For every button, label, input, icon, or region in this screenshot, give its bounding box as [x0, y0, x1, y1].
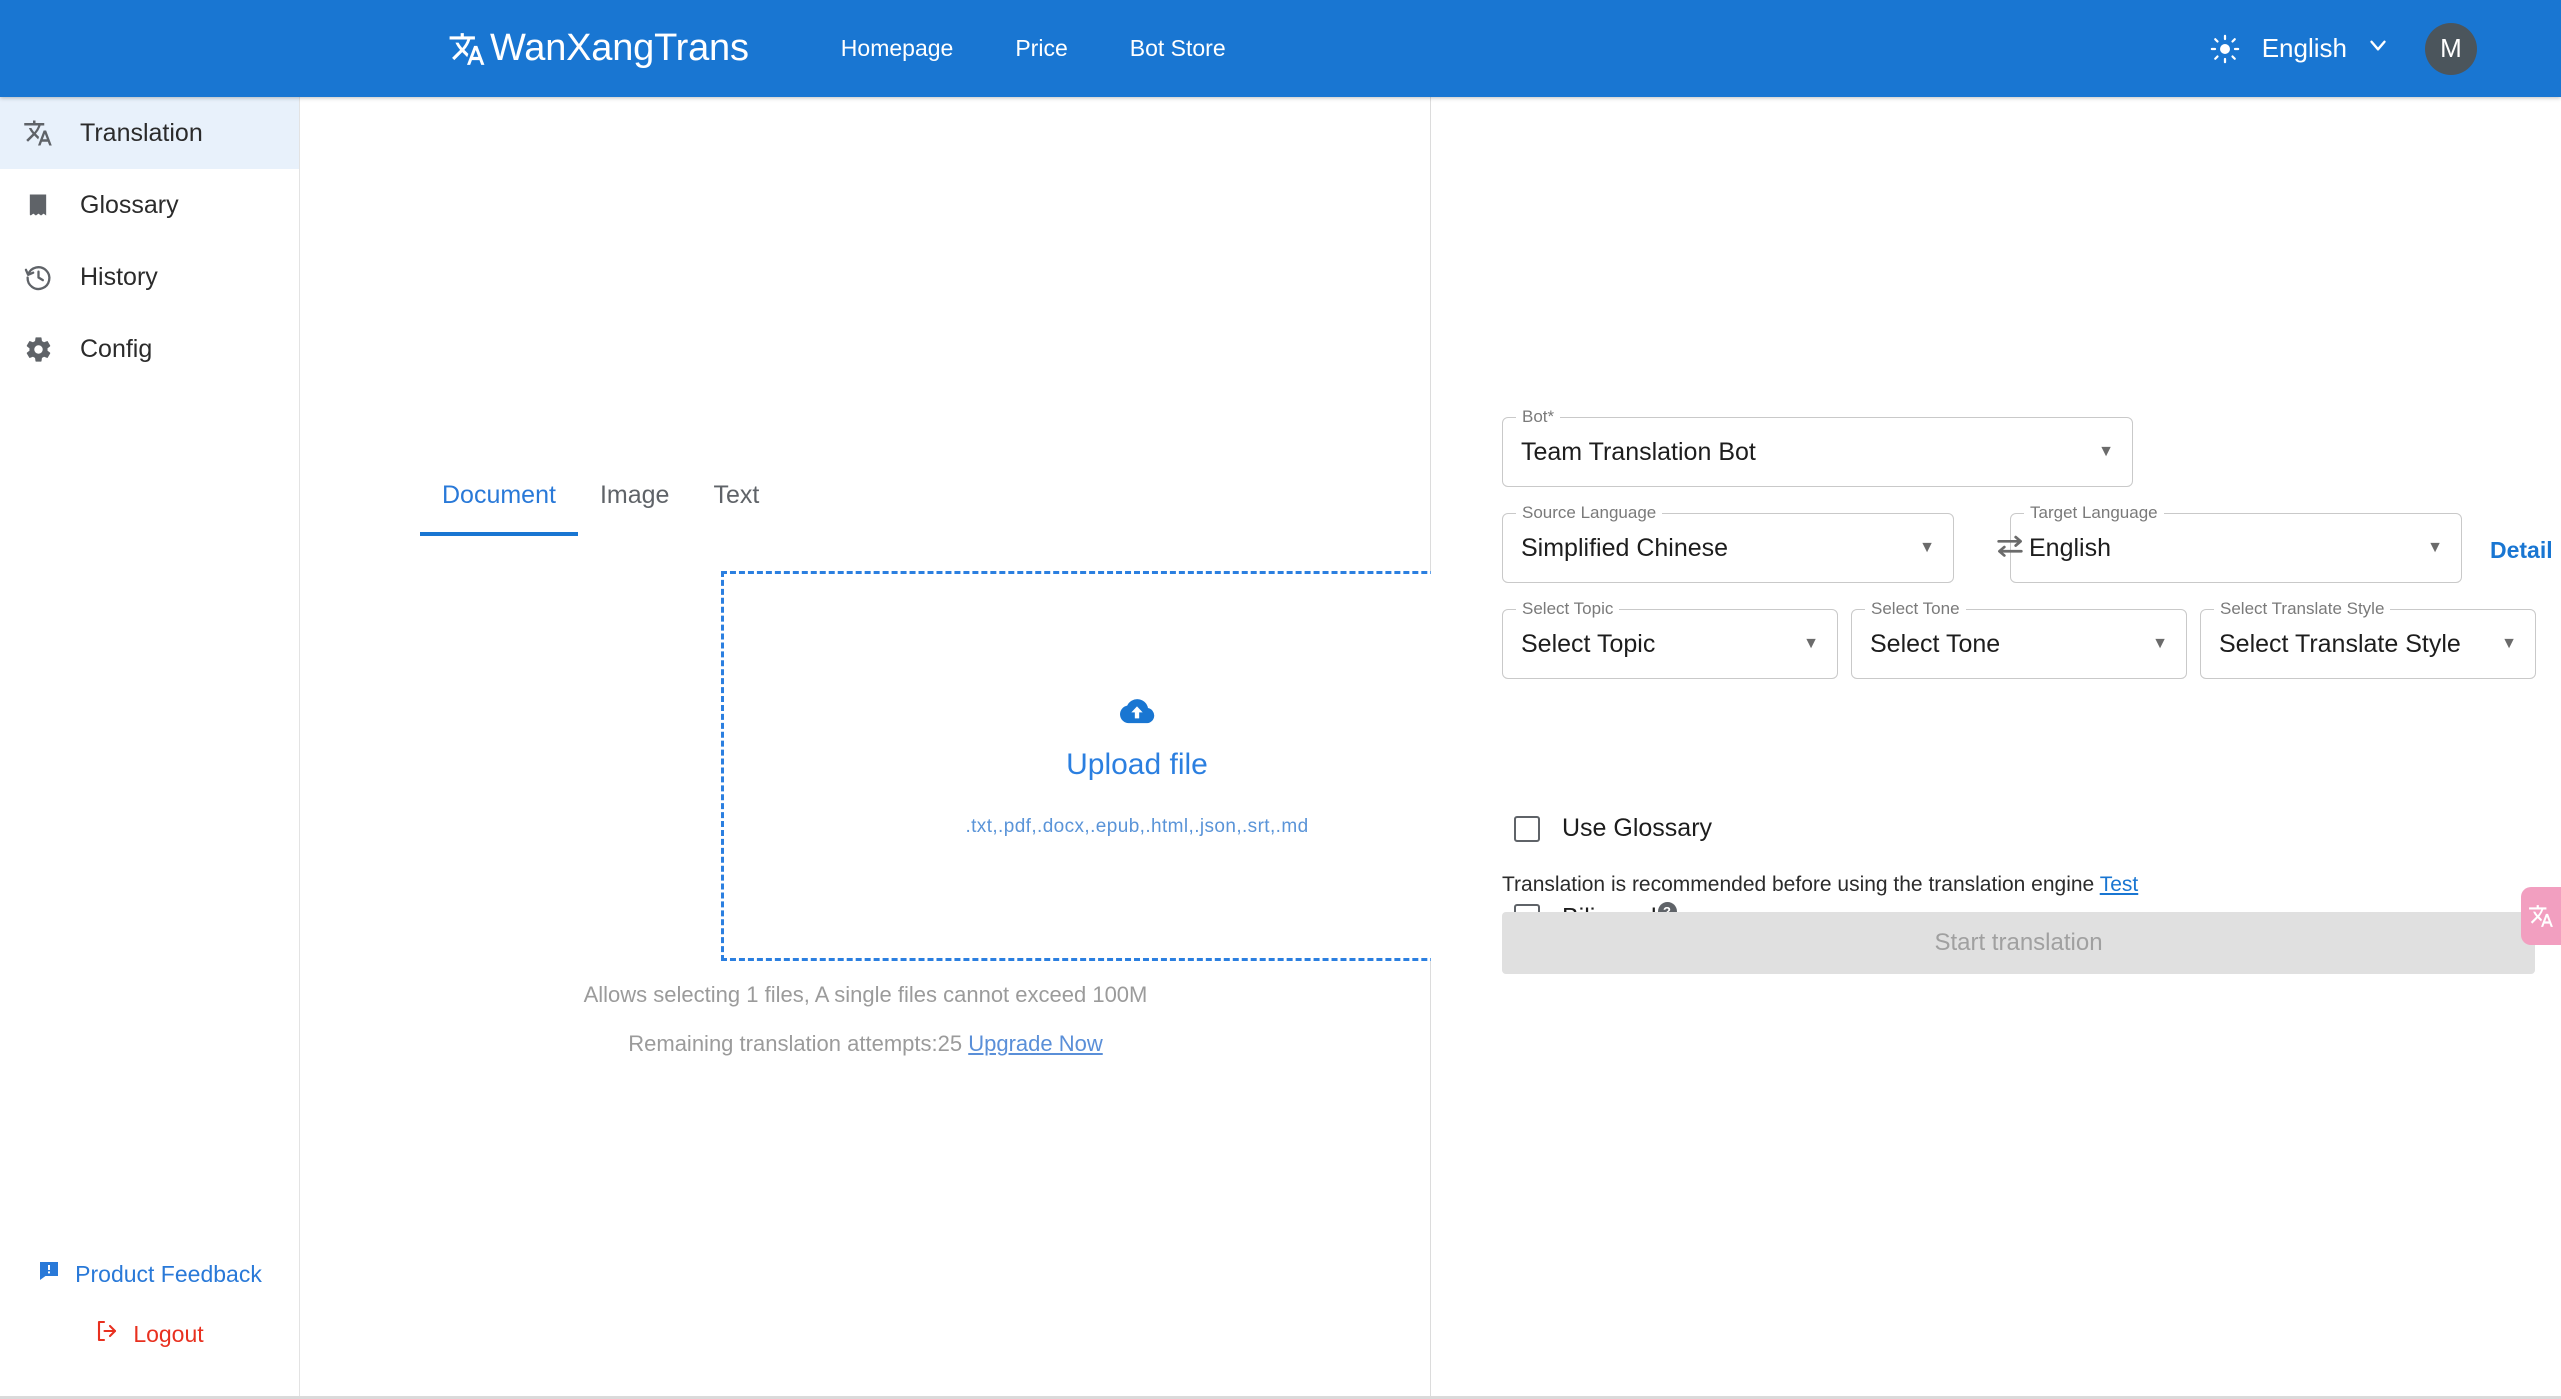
app-header: WanXangTrans Homepage Price Bot Store En…	[0, 0, 2561, 97]
book-list-icon	[22, 189, 54, 221]
logout-label: Logout	[133, 1320, 204, 1347]
nav-price[interactable]: Price	[1015, 35, 1067, 62]
brand-name: WanXangTrans	[490, 27, 749, 69]
topic-select[interactable]: Select Topic Select Topic ▼	[1502, 599, 1838, 679]
caret-down-icon: ▼	[1919, 539, 1935, 556]
sidebar-item-label: Glossary	[80, 190, 179, 219]
gear-icon	[22, 333, 54, 365]
sidebar-item-label: History	[80, 262, 158, 291]
target-language-value: English	[2029, 533, 2111, 562]
tab-text[interactable]: Text	[691, 481, 781, 536]
source-language-value: Simplified Chinese	[1521, 533, 1729, 562]
nav-bot-store[interactable]: Bot Store	[1130, 35, 1226, 62]
use-glossary-checkbox[interactable]	[1514, 815, 1540, 842]
sidebar-item-config[interactable]: Config	[0, 313, 299, 385]
logout-button[interactable]: Logout	[0, 1309, 299, 1359]
brand-logo[interactable]: WanXangTrans	[448, 27, 749, 70]
engine-test-link[interactable]: Test	[2100, 873, 2139, 896]
bot-select[interactable]: Bot* Team Translation Bot ▼	[1502, 407, 2133, 487]
remaining-attempts-text: Remaining translation attempts:25	[628, 1031, 963, 1056]
remaining-attempts-hint: Remaining translation attempts:25 Upgrad…	[300, 1031, 1431, 1057]
use-glossary-checkbox-row[interactable]: Use Glossary	[1514, 814, 1712, 843]
required-mark: *	[1547, 407, 1555, 426]
feedback-bubble-icon	[37, 1259, 61, 1289]
language-selector-label: English	[2261, 33, 2347, 63]
bot-select-value: Team Translation Bot	[1521, 437, 1756, 466]
sidebar: Translation Glossary History Config Prod…	[0, 97, 300, 1399]
tone-select[interactable]: Select Tone Select Tone ▼	[1851, 599, 2187, 679]
translation-settings-panel: Bot* Team Translation Bot ▼ Detail Sourc…	[1431, 97, 2561, 1399]
translation-engine-note: Translation is recommended before using …	[1502, 873, 2138, 897]
use-glossary-label: Use Glossary	[1562, 814, 1713, 842]
logout-arrow-icon	[95, 1319, 119, 1349]
topic-value: Select Topic	[1521, 629, 1656, 658]
avatar[interactable]: M	[2425, 22, 2477, 75]
upgrade-now-link[interactable]: Upgrade Now	[968, 1031, 1103, 1056]
product-feedback-label: Product Feedback	[75, 1260, 262, 1287]
translation-engine-note-text: Translation is recommended before using …	[1502, 873, 2095, 896]
translate-widget-icon[interactable]	[2521, 887, 2561, 945]
translate-icon	[448, 30, 486, 68]
accepted-formats-label: .txt,.pdf,.docx,.epub,.html,.json,.srt,.…	[965, 815, 1309, 837]
translate-style-value: Select Translate Style	[2219, 629, 2461, 658]
tab-image[interactable]: Image	[578, 481, 691, 536]
avatar-initial: M	[2440, 33, 2462, 63]
language-selector[interactable]: English	[2262, 32, 2391, 65]
caret-down-icon: ▼	[2427, 539, 2443, 556]
source-language-legend: Source Language	[1516, 503, 1663, 523]
history-clock-icon	[22, 261, 54, 293]
target-language-legend: Target Language	[2024, 503, 2164, 523]
tab-document[interactable]: Document	[420, 481, 578, 536]
sun-icon[interactable]	[2210, 34, 2240, 64]
cloud-upload-icon	[1117, 695, 1157, 734]
swap-horizontal-icon[interactable]	[1993, 530, 2027, 569]
caret-down-icon: ▼	[1803, 635, 1819, 652]
translate-style-legend: Select Translate Style	[2214, 599, 2391, 619]
chevron-down-icon	[2365, 32, 2391, 65]
topic-legend: Select Topic	[1516, 599, 1620, 619]
file-limit-hint: Allows selecting 1 files, A single files…	[583, 982, 1148, 1007]
sidebar-item-translation[interactable]: Translation	[0, 97, 299, 169]
translate-style-select[interactable]: Select Translate Style Select Translate …	[2200, 599, 2536, 679]
translate-icon	[22, 117, 54, 149]
sidebar-item-history[interactable]: History	[0, 241, 299, 313]
product-feedback-button[interactable]: Product Feedback	[0, 1249, 299, 1299]
caret-down-icon: ▼	[2098, 443, 2114, 460]
source-language-select[interactable]: Source Language Simplified Chinese ▼	[1502, 503, 1954, 583]
translation-input-panel: Document Image Text Upload file .txt,.pd…	[300, 97, 1553, 1399]
header-actions: English M	[2210, 22, 2477, 75]
upload-file-label: Upload file	[1066, 747, 1208, 781]
tone-value: Select Tone	[1870, 629, 2001, 658]
file-dropzone[interactable]: Upload file .txt,.pdf,.docx,.epub,.html,…	[721, 571, 1553, 961]
sidebar-item-label: Translation	[80, 118, 203, 147]
start-translation-button[interactable]: Start translation	[1502, 912, 2535, 974]
nav-homepage[interactable]: Homepage	[841, 35, 954, 62]
input-type-tabs: Document Image Text	[420, 481, 781, 536]
sidebar-item-label: Config	[80, 334, 153, 363]
primary-nav: Homepage Price Bot Store	[841, 35, 1226, 62]
target-language-select[interactable]: Target Language English ▼	[2010, 503, 2462, 583]
tone-legend: Select Tone	[1865, 599, 1966, 619]
bot-select-legend: Bot*	[1516, 407, 1561, 427]
caret-down-icon: ▼	[2501, 635, 2517, 652]
sidebar-item-glossary[interactable]: Glossary	[0, 169, 299, 241]
bot-detail-link[interactable]: Detail	[2490, 537, 2553, 564]
caret-down-icon: ▼	[2152, 635, 2168, 652]
